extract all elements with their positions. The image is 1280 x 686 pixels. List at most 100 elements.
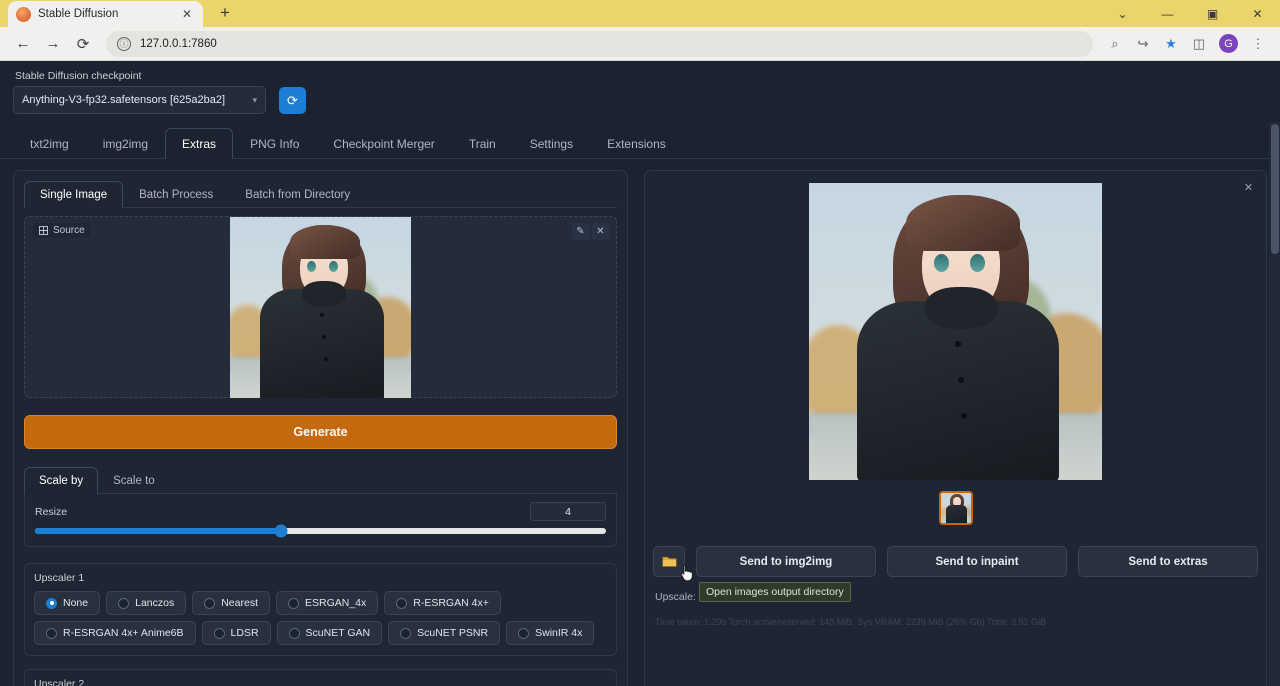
image-coat-button: [322, 335, 326, 339]
tab-batch-process[interactable]: Batch Process: [123, 181, 229, 208]
site-info-icon[interactable]: ⓘ: [117, 37, 131, 51]
tab-settings[interactable]: Settings: [513, 128, 590, 159]
upscaler1-option-r-esrgan-4x-plus-anime6b[interactable]: R-ESRGAN 4x+ Anime6B: [34, 621, 196, 645]
upscaler1-option-r-esrgan-4x-plus[interactable]: R-ESRGAN 4x+: [384, 591, 501, 615]
tab-train[interactable]: Train: [452, 128, 513, 159]
upscaler1-option-lanczos[interactable]: Lanczos: [106, 591, 186, 615]
browser-tabstrip: Stable Diffusion ✕ + ⌄ — ▣ ✕: [0, 0, 1280, 27]
result-image[interactable]: [809, 183, 1102, 480]
thumbnail-strip: [653, 491, 1258, 525]
checkpoint-dropdown[interactable]: Anything-V3-fp32.safetensors [625a2ba2] …: [13, 86, 266, 114]
upscaler1-option-scunet-gan[interactable]: ScuNET GAN: [277, 621, 383, 645]
tab-batch-from-directory[interactable]: Batch from Directory: [229, 181, 366, 208]
search-icon[interactable]: ⌕: [1102, 31, 1128, 57]
bookmark-star-icon[interactable]: ★: [1158, 31, 1184, 57]
resize-slider-thumb[interactable]: [274, 525, 287, 538]
option-label: ScuNET PSNR: [417, 627, 488, 639]
maximize-button[interactable]: ▣: [1190, 0, 1235, 27]
browser-menu-icon[interactable]: ⋮: [1245, 31, 1271, 57]
stable-diffusion-favicon: [16, 7, 31, 22]
stable-diffusion-webui: Stable Diffusion checkpoint Anything-V3-…: [0, 61, 1280, 686]
refresh-checkpoints-button[interactable]: ⟳: [279, 87, 306, 114]
tab-checkpoint-merger[interactable]: Checkpoint Merger: [316, 128, 451, 159]
tab-scale-by[interactable]: Scale by: [24, 467, 98, 494]
upscaler1-options: None Lanczos Nearest ESRGAN_4x R-ESRGAN …: [34, 591, 607, 645]
image-collar: [925, 287, 997, 329]
option-label: Nearest: [221, 597, 258, 609]
image-eye: [970, 254, 985, 272]
tab-img2img[interactable]: img2img: [86, 128, 165, 159]
resize-slider[interactable]: [35, 528, 606, 534]
result-thumbnail[interactable]: [939, 491, 973, 525]
edit-pencil-icon[interactable]: ✎: [572, 223, 589, 240]
tab-single-image[interactable]: Single Image: [24, 181, 123, 208]
upscaler1-option-swinir-4x[interactable]: SwinIR 4x: [506, 621, 594, 645]
output-directory-tooltip: Open images output directory: [699, 582, 851, 602]
send-to-extras-button[interactable]: Send to extras: [1078, 546, 1258, 577]
upscaler2-label: Upscaler 2: [34, 678, 607, 686]
option-label: ScuNET GAN: [306, 627, 371, 639]
result-stage: [653, 181, 1258, 481]
address-bar[interactable]: ⓘ 127.0.0.1:7860: [106, 31, 1093, 57]
source-tools: ✎ ✕: [572, 223, 609, 240]
close-window-button[interactable]: ✕: [1235, 0, 1280, 27]
tab-close-icon[interactable]: ✕: [179, 6, 195, 22]
tab-txt2img[interactable]: txt2img: [13, 128, 86, 159]
upscaler1-option-none[interactable]: None: [34, 591, 100, 615]
chevron-down-icon[interactable]: ⌄: [1100, 0, 1145, 27]
page-scrollbar[interactable]: [1269, 122, 1280, 686]
browser-toolbar: ← → ⟳ ⓘ 127.0.0.1:7860 ⌕ ↪ ★ ◫ G ⋮: [0, 27, 1280, 61]
tab-extras[interactable]: Extras: [165, 128, 233, 159]
upscaler1-group: Upscaler 1 None Lanczos Nearest ESRGAN_4…: [24, 563, 617, 656]
send-to-inpaint-button[interactable]: Send to inpaint: [887, 546, 1067, 577]
tab-png-info[interactable]: PNG Info: [233, 128, 316, 159]
upscaler1-label: Upscaler 1: [34, 572, 607, 584]
option-label: SwinIR 4x: [535, 627, 582, 639]
scrollbar-thumb[interactable]: [1271, 124, 1279, 254]
upscaler1-option-ldsr[interactable]: LDSR: [202, 621, 271, 645]
upscaler1-option-scunet-psnr[interactable]: ScuNET PSNR: [388, 621, 500, 645]
forward-icon[interactable]: →: [39, 30, 67, 58]
source-image-panel[interactable]: Source ✎ ✕: [24, 216, 617, 398]
mouse-cursor: [680, 564, 694, 587]
generate-button[interactable]: Generate: [24, 415, 617, 449]
profile-avatar[interactable]: G: [1219, 34, 1238, 53]
browser-tab[interactable]: Stable Diffusion ✕: [8, 1, 203, 27]
option-label: R-ESRGAN 4x+ Anime6B: [63, 627, 184, 639]
radio-icon: [46, 598, 57, 609]
main-tabs: txt2img img2img Extras PNG Info Checkpoi…: [0, 127, 1280, 159]
radio-icon: [518, 628, 529, 639]
folder-icon: [662, 555, 677, 568]
back-icon[interactable]: ←: [9, 30, 37, 58]
checkpoint-label: Stable Diffusion checkpoint: [13, 70, 266, 82]
send-to-img2img-button[interactable]: Send to img2img: [696, 546, 876, 577]
close-icon[interactable]: ✕: [592, 223, 609, 240]
source-image: [230, 217, 411, 398]
radio-icon: [400, 628, 411, 639]
close-icon[interactable]: ✕: [1241, 180, 1256, 195]
option-label: LDSR: [231, 627, 259, 639]
image-coat-button: [958, 377, 964, 383]
tab-scale-to[interactable]: Scale to: [98, 467, 170, 494]
resize-slider-group: Resize 4: [24, 494, 617, 547]
sd-body: Single Image Batch Process Batch from Di…: [0, 159, 1280, 686]
upscaler1-option-esrgan-4x[interactable]: ESRGAN_4x: [276, 591, 378, 615]
resize-value[interactable]: 4: [530, 502, 606, 521]
source-badge: Source: [33, 223, 91, 238]
side-panel-icon[interactable]: ◫: [1186, 31, 1212, 57]
left-panel: Single Image Batch Process Batch from Di…: [13, 170, 628, 686]
tab-extensions[interactable]: Extensions: [590, 128, 683, 159]
reload-icon[interactable]: ⟳: [69, 30, 97, 58]
option-label: Lanczos: [135, 597, 174, 609]
new-tab-button[interactable]: +: [212, 0, 238, 26]
scale-tabs: Scale by Scale to: [24, 466, 617, 494]
timing-status: Time taken: 1.29s Torch active/reserved:…: [653, 617, 1258, 627]
resize-slider-fill: [35, 528, 281, 534]
upscaler1-option-nearest[interactable]: Nearest: [192, 591, 270, 615]
radio-icon: [118, 598, 129, 609]
upscaler2-group: Upscaler 2 None Lanczos Nearest ESRGAN_4…: [24, 669, 617, 686]
minimize-button[interactable]: —: [1145, 0, 1190, 27]
share-icon[interactable]: ↪: [1130, 31, 1156, 57]
radio-icon: [288, 598, 299, 609]
image-coat-button: [320, 313, 324, 317]
